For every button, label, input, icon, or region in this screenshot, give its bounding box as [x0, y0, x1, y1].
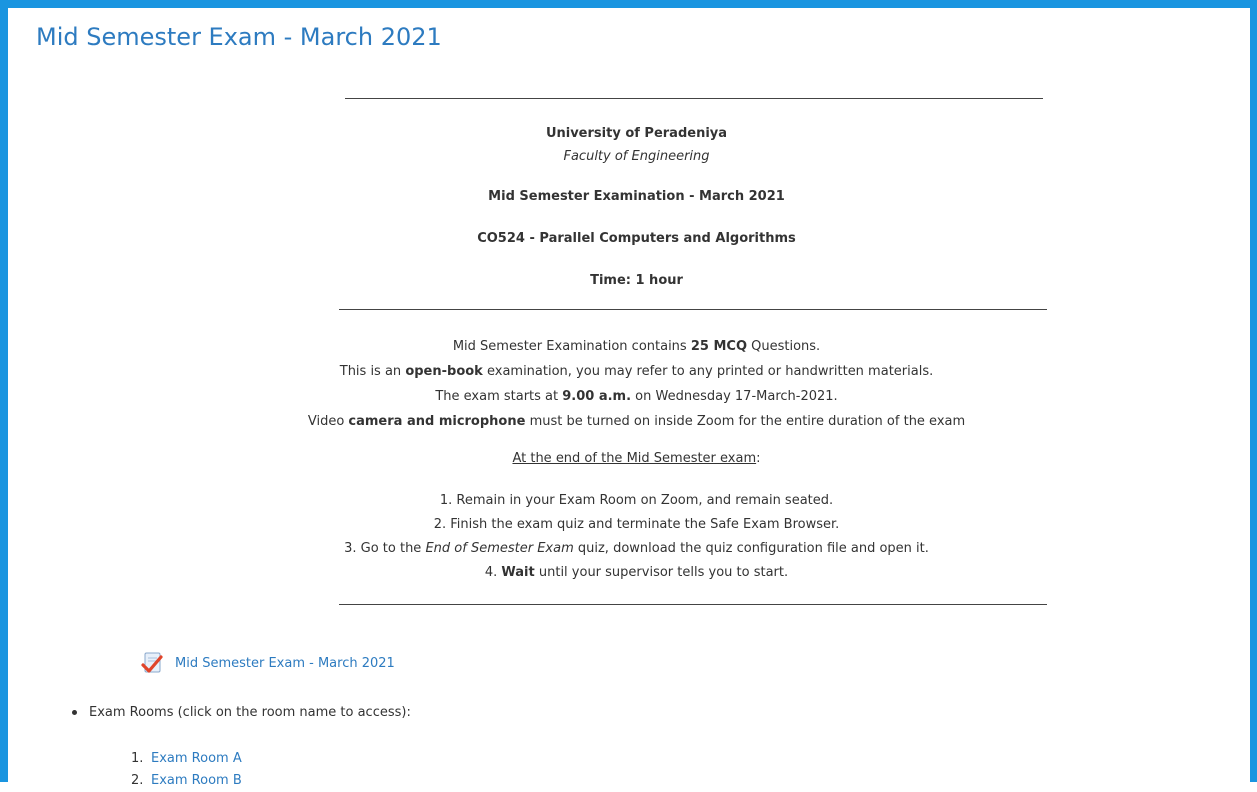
info-line-camera-c: must be turned on inside Zoom for the en…: [525, 414, 966, 429]
course-name: CO524 - Parallel Computers and Algorithm…: [477, 231, 796, 246]
list-number: 2.: [131, 773, 144, 788]
info-line-openbook-a: This is an: [339, 364, 406, 379]
info-line-start-b: 9.00 a.m.: [562, 389, 632, 404]
divider-middle: [339, 309, 1047, 310]
page-title: Mid Semester Exam - March 2021: [36, 23, 442, 51]
end-step-3: 3. Go to the End of Semester Exam quiz, …: [8, 540, 1257, 557]
info-line-openbook-b: open-book: [405, 364, 483, 379]
end-step-3-a: 3. Go to the: [344, 541, 426, 556]
page-frame: Mid Semester Exam - March 2021 Universit…: [0, 0, 1257, 788]
end-exam-heading-colon: :: [756, 451, 761, 466]
info-line-mcq: Mid Semester Examination contains 25 MCQ…: [8, 338, 1257, 355]
info-line-camera-b: camera and microphone: [348, 414, 526, 429]
university-name: University of Peradeniya: [545, 126, 728, 141]
info-line-mcq-b: 25 MCQ: [690, 339, 747, 354]
list-item: 1. Exam Room A: [131, 748, 242, 770]
info-line-start-a: The exam starts at: [435, 389, 563, 404]
bullet-icon: [72, 710, 77, 715]
divider-top: [345, 98, 1043, 99]
quiz-activity-label[interactable]: Mid Semester Exam - March 2021: [175, 656, 395, 671]
info-line-mcq-a: Mid Semester Examination contains: [452, 339, 691, 354]
exam-rooms-section: Exam Rooms (click on the room name to ac…: [70, 705, 411, 720]
end-step-4-a: 4.: [484, 565, 502, 580]
exam-time: Time: 1 hour: [590, 273, 683, 288]
info-line-mcq-c: Questions.: [747, 339, 821, 354]
info-line-openbook-c: examination, you may refer to any printe…: [482, 364, 934, 379]
end-step-4-c: until your supervisor tells you to start…: [534, 565, 789, 580]
info-line-camera: Video camera and microphone must be turn…: [8, 413, 1257, 430]
end-step-4-b: Wait: [501, 565, 535, 580]
exam-name: Mid Semester Examination - March 2021: [488, 189, 785, 204]
quiz-activity-link[interactable]: Mid Semester Exam - March 2021: [141, 651, 395, 675]
end-exam-heading: At the end of the Mid Semester exam:: [8, 450, 1257, 467]
info-line-camera-a: Video: [307, 414, 349, 429]
end-step-3-c: quiz, download the quiz configuration fi…: [573, 541, 929, 556]
info-line-start: The exam starts at 9.00 a.m. on Wednesda…: [8, 388, 1257, 405]
end-step-3-b: End of Semester Exam: [425, 541, 574, 556]
exam-rooms-intro-row: Exam Rooms (click on the room name to ac…: [70, 705, 411, 720]
info-line-openbook: This is an open-book examination, you ma…: [8, 363, 1257, 380]
divider-bottom: [339, 604, 1047, 605]
list-number: 1.: [131, 751, 144, 766]
end-step-2: 2. Finish the exam quiz and terminate th…: [433, 517, 840, 532]
list-item: 2. Exam Room B: [131, 770, 242, 792]
quiz-checkmark-icon: [141, 651, 165, 675]
end-step-1: 1. Remain in your Exam Room on Zoom, and…: [439, 493, 834, 508]
exam-rooms-intro: Exam Rooms (click on the room name to ac…: [89, 705, 411, 720]
info-line-start-c: on Wednesday 17-March-2021.: [631, 389, 838, 404]
exam-room-b-link[interactable]: Exam Room B: [151, 770, 242, 792]
faculty-name: Faculty of Engineering: [563, 149, 710, 164]
end-step-4: 4. Wait until your supervisor tells you …: [8, 564, 1257, 581]
exam-room-a-link[interactable]: Exam Room A: [151, 748, 242, 770]
end-exam-heading-text: At the end of the Mid Semester exam: [512, 451, 757, 466]
exam-room-list: 1. Exam Room A 2. Exam Room B: [131, 748, 242, 792]
